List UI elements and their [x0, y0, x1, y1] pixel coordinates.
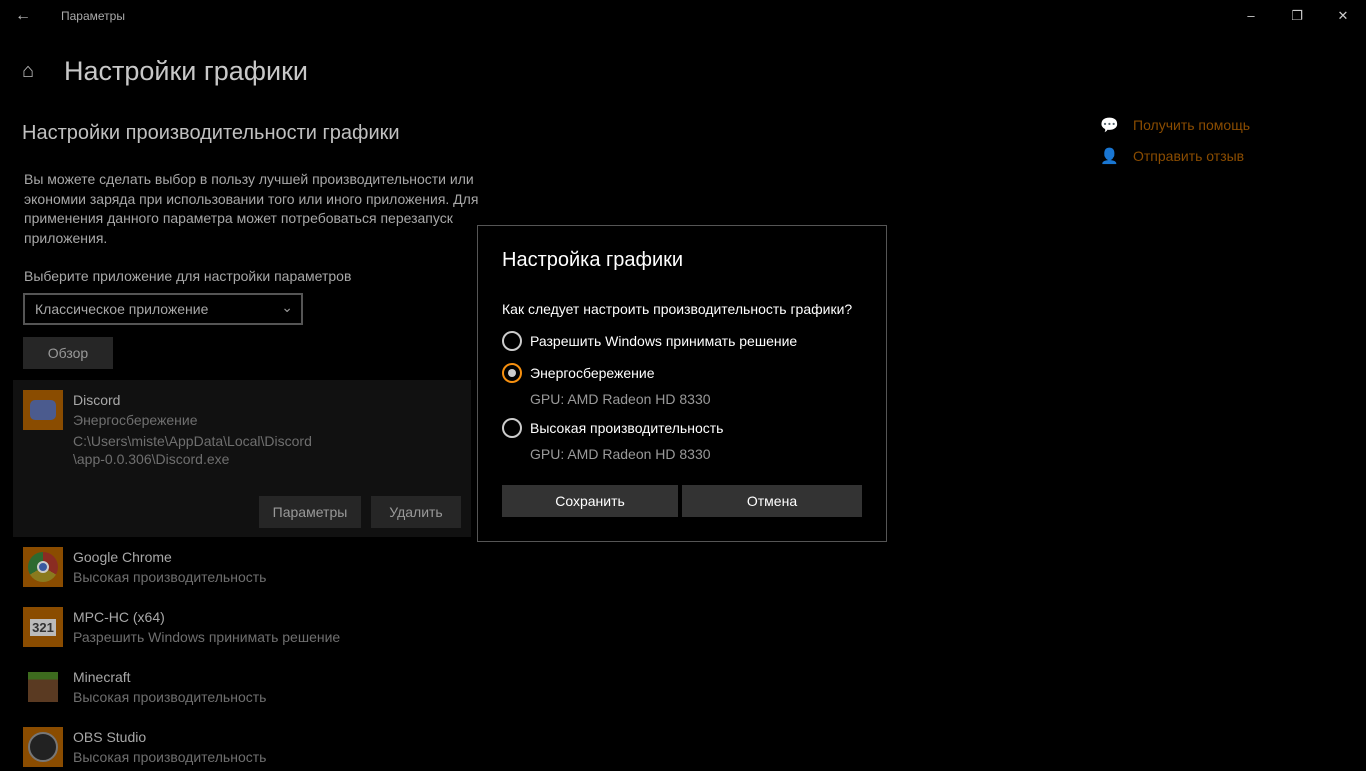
options-button[interactable]: Параметры — [259, 496, 361, 528]
app-item-discord[interactable]: Discord Энергосбережение C:\Users\miste\… — [13, 380, 471, 537]
app-path: C:\Users\miste\AppData\Local\Discord — [73, 433, 312, 449]
minimize-icon[interactable]: – — [1228, 0, 1274, 32]
app-name: OBS Studio — [73, 729, 147, 745]
option-label[interactable]: Высокая производительность — [530, 420, 723, 436]
radio-power-saving[interactable] — [502, 363, 522, 383]
close-icon[interactable]: ✕ — [1320, 0, 1366, 32]
option-label[interactable]: Разрешить Windows принимать решение — [530, 333, 797, 349]
app-name: Discord — [73, 392, 121, 408]
feedback-icon: 👤 — [1100, 148, 1119, 165]
arrow-left-icon[interactable]: ← — [10, 4, 36, 28]
gpu-label: GPU: AMD Radeon HD 8330 — [530, 391, 711, 407]
chat-help-icon: 💬 — [1100, 117, 1119, 134]
app-mode: Энергосбережение — [73, 412, 198, 428]
restore-icon[interactable]: ❐ — [1274, 0, 1320, 32]
feedback-label: Отправить отзыв — [1133, 148, 1245, 164]
select-value: Классическое приложение — [35, 301, 209, 317]
app-mode: Высокая производительность — [73, 689, 267, 705]
radio-let-windows-decide[interactable] — [502, 331, 522, 351]
app-mode: Высокая производительность — [73, 569, 267, 585]
window-title: Параметры — [61, 9, 125, 23]
app-name: Google Chrome — [73, 549, 172, 565]
title-bar: ← Параметры – ❐ ✕ — [0, 0, 1366, 32]
app-path: \app-0.0.306\Discord.exe — [73, 451, 230, 467]
discord-icon — [23, 390, 63, 430]
save-button[interactable]: Сохранить — [502, 485, 678, 517]
app-name: MPC-HC (x64) — [73, 609, 165, 625]
option-label[interactable]: Энергосбережение — [530, 365, 655, 381]
get-help-label: Получить помощь — [1133, 117, 1251, 133]
app-type-select[interactable]: Классическое приложение ⌄ — [23, 293, 303, 325]
chrome-icon — [23, 547, 63, 587]
section-description: Вы можете сделать выбор в пользу лучшей … — [24, 171, 479, 246]
feedback-link[interactable]: 👤 Отправить отзыв — [1100, 148, 1245, 165]
dialog-question: Как следует настроить производительность… — [502, 301, 853, 317]
app-item-obs[interactable]: OBS Studio Высокая производительность — [23, 727, 463, 771]
dialog-title: Настройка графики — [502, 249, 684, 271]
mpc-hc-icon: 321 — [23, 607, 63, 647]
gpu-label: GPU: AMD Radeon HD 8330 — [530, 446, 711, 462]
app-item-mpc-hc[interactable]: 321 MPC-HC (x64) Разрешить Windows прини… — [23, 607, 463, 651]
page-title: Настройки графики — [64, 56, 308, 86]
app-item-minecraft[interactable]: Minecraft Высокая производительность — [23, 667, 463, 711]
app-mode: Разрешить Windows принимать решение — [73, 629, 341, 645]
obs-icon — [23, 727, 63, 767]
get-help-link[interactable]: 💬 Получить помощь — [1100, 117, 1251, 134]
radio-high-performance[interactable] — [502, 418, 522, 438]
minecraft-icon — [28, 672, 58, 702]
section-title: Настройки производительности графики — [22, 122, 400, 144]
app-mode: Высокая производительность — [73, 749, 267, 765]
app-item-chrome[interactable]: Google Chrome Высокая производительность — [23, 547, 463, 591]
chevron-down-icon: ⌄ — [281, 299, 293, 315]
remove-button[interactable]: Удалить — [371, 496, 461, 528]
home-icon[interactable]: ⌂ — [22, 60, 34, 83]
browse-button[interactable]: Обзор — [23, 337, 113, 369]
cancel-button[interactable]: Отмена — [682, 485, 862, 517]
graphics-settings-dialog: Настройка графики Как следует настроить … — [477, 225, 887, 542]
select-label: Выберите приложение для настройки параме… — [24, 268, 352, 284]
app-name: Minecraft — [73, 669, 131, 685]
